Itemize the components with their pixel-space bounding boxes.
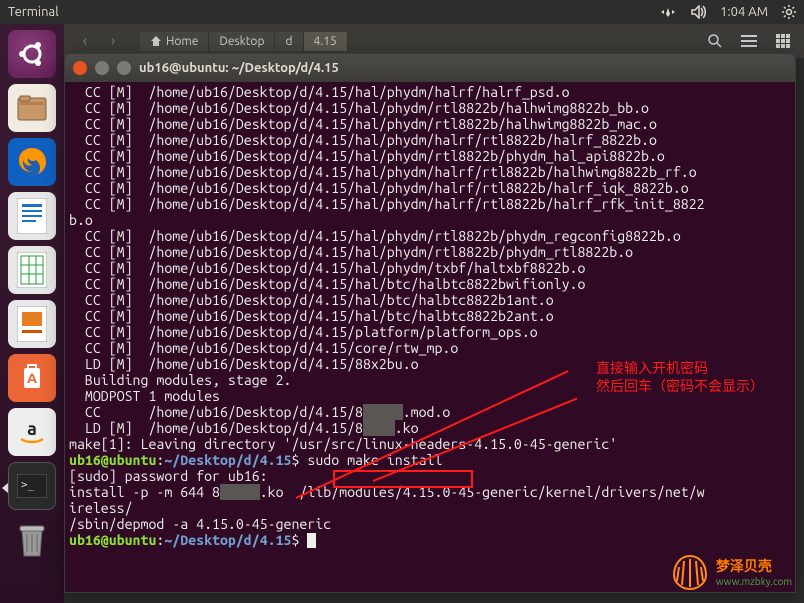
firefox-icon[interactable] [8, 138, 56, 186]
breadcrumb-d[interactable]: d [275, 32, 303, 51]
out-line: CC [M] /home/ub16/Desktop/d/4.15/hal/phy… [69, 116, 657, 132]
breadcrumb-desktop[interactable]: Desktop [209, 32, 275, 51]
prompt-user: ub16@ubuntu [69, 452, 156, 468]
out-line: [sudo] password for ub16: [69, 468, 268, 484]
volume-icon[interactable] [690, 5, 706, 19]
app-name: Terminal [8, 5, 59, 19]
grid-view-icon[interactable] [772, 30, 794, 52]
prompt-path: ~/Desktop/d/4.15 [164, 452, 291, 468]
svg-text:>_: >_ [21, 478, 35, 491]
out-line: CC [M] /home/ub16/Desktop/d/4.15/hal/phy… [69, 180, 689, 196]
prompt-user: ub16@ubuntu [69, 532, 156, 548]
prompt-end: $ [291, 452, 299, 468]
out-line: CC [M] /home/ub16/Desktop/d/4.15/hal/phy… [69, 164, 697, 180]
annotation-box [333, 470, 473, 488]
libreoffice-calc-icon[interactable] [8, 246, 56, 294]
out-line: CC [M] /home/ub16/Desktop/d/4.15/core/rt… [69, 340, 458, 356]
window-titlebar[interactable]: ub16@ubuntu: ~/Desktop/d/4.15 [65, 54, 795, 82]
out-line: CC [M] /home/ub16/Desktop/d/4.15/hal/phy… [69, 196, 705, 212]
list-view-icon[interactable] [738, 30, 760, 52]
breadcrumb-home[interactable]: Home [140, 32, 209, 51]
files-icon[interactable] [8, 84, 56, 132]
window-maximize-button[interactable] [117, 61, 131, 75]
libreoffice-writer-icon[interactable] [8, 192, 56, 240]
breadcrumb-label: Home [166, 35, 198, 48]
amazon-icon[interactable]: a [8, 408, 56, 456]
out-line: ireless/ [69, 500, 133, 516]
out-line: CC [M] /home/ub16/Desktop/d/4.15/hal/btc… [69, 308, 554, 324]
out-line: /sbin/depmod -a 4.15.0-45-generic [69, 516, 331, 532]
clock[interactable]: 1:04 AM [720, 5, 768, 19]
network-icon[interactable] [660, 5, 676, 19]
watermark-title: 梦泽贝壳 [716, 556, 792, 576]
out-line: CC /home/ub16/Desktop/d/4.15/8 [69, 404, 363, 420]
out-line: CC [M] /home/ub16/Desktop/d/4.15/hal/phy… [69, 244, 633, 260]
out-line: b.o [69, 212, 93, 228]
out-line: CC [M] /home/ub16/Desktop/d/4.15/hal/phy… [69, 148, 665, 164]
window-minimize-button[interactable] [95, 61, 109, 75]
blurred-text: xxxx [363, 420, 395, 436]
libreoffice-impress-icon[interactable] [8, 300, 56, 348]
shell-icon [670, 551, 710, 591]
out-suffix: .mod.o [403, 404, 451, 420]
out-line: CC [M] /home/ub16/Desktop/d/4.15/hal/phy… [69, 132, 657, 148]
window-close-button[interactable] [73, 61, 87, 75]
out-suffix: .ko /lib/modules/4.15.0-45-generic/kerne… [260, 484, 705, 500]
out-line: CC [M] /home/ub16/Desktop/d/4.15/hal/phy… [69, 260, 585, 276]
trash-icon[interactable] [8, 516, 56, 564]
out-line: CC [M] /home/ub16/Desktop/d/4.15/hal/phy… [69, 84, 570, 100]
out-line: Building modules, stage 2. [69, 372, 291, 388]
forward-button[interactable]: › [102, 30, 124, 52]
blurred-text: xxxxx [220, 484, 260, 500]
search-icon[interactable] [704, 30, 726, 52]
out-line: LD [M] /home/ub16/Desktop/d/4.15/88x2bu.… [69, 356, 419, 372]
back-button[interactable]: ‹ [74, 30, 96, 52]
out-line: CC [M] /home/ub16/Desktop/d/4.15/hal/phy… [69, 100, 649, 116]
svg-text:a: a [27, 419, 37, 439]
dash-icon[interactable] [8, 30, 56, 78]
watermark-url: www.mzbky.com [716, 576, 792, 587]
top-menubar: Terminal 1:04 AM [0, 0, 804, 24]
svg-text:A: A [27, 370, 37, 386]
annotation-text-2: 然后回车（密码不会显示） [596, 376, 764, 396]
out-line: CC [M] /home/ub16/Desktop/d/4.15/hal/btc… [69, 276, 585, 292]
out-line: CC [M] /home/ub16/Desktop/d/4.15/hal/btc… [69, 292, 554, 308]
out-suffix: .ko [395, 420, 419, 436]
breadcrumb: Home Desktop d 4.15 [140, 32, 348, 51]
window-title: ub16@ubuntu: ~/Desktop/d/4.15 [139, 61, 339, 75]
cursor [307, 533, 316, 548]
out-line: LD [M] /home/ub16/Desktop/d/4.15/8 [69, 420, 363, 436]
out-line: CC [M] /home/ub16/Desktop/d/4.15/hal/phy… [69, 228, 681, 244]
out-line: CC [M] /home/ub16/Desktop/d/4.15/platfor… [69, 324, 538, 340]
prompt-path: ~/Desktop/d/4.15 [164, 532, 291, 548]
breadcrumb-415[interactable]: 4.15 [304, 32, 348, 51]
terminal-window: ub16@ubuntu: ~/Desktop/d/4.15 CC [M] /ho… [64, 53, 796, 593]
prompt-end: $ [291, 532, 299, 548]
ubuntu-software-icon[interactable]: A [8, 354, 56, 402]
blurred-text: xxxxx [363, 404, 403, 420]
unity-launcher: A a >_ [0, 24, 64, 603]
out-line: make[1]: Leaving directory '/usr/src/lin… [69, 436, 617, 452]
out-line: install -p -m 644 8 [69, 484, 220, 500]
gear-icon[interactable] [782, 5, 796, 19]
watermark: 梦泽贝壳 www.mzbky.com [670, 551, 792, 591]
terminal-launcher-icon[interactable]: >_ [8, 462, 56, 510]
out-line: MODPOST 1 modules [69, 388, 220, 404]
annotation-text-1: 直接输入开机密码 [596, 358, 708, 378]
